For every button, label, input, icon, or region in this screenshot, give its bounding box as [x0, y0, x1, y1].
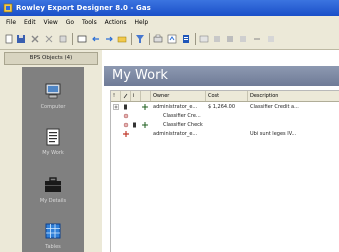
folder-icon[interactable] — [104, 34, 114, 44]
cell-owner: Classifier Cre... — [163, 113, 201, 119]
cell-description: Classifier Credit a... — [250, 104, 299, 110]
forward-icon[interactable] — [77, 34, 87, 44]
object-bar: Computer My Work My Details Tables — [22, 67, 84, 252]
shortcut-label: Tables — [45, 244, 61, 250]
window-title: Rowley Export Designer 8.0 - Gas — [16, 4, 151, 12]
menu-file[interactable]: File — [0, 16, 19, 29]
document-icon — [46, 128, 60, 146]
shortcut-my-work[interactable]: My Work — [22, 127, 84, 156]
workitem-icon — [142, 104, 148, 110]
shortcut-label: Computer — [40, 104, 66, 110]
col-attachment[interactable] — [121, 91, 131, 101]
shortcut-label: My Work — [42, 150, 64, 156]
workitem-icon — [142, 122, 148, 128]
grid-icon — [45, 223, 61, 239]
list-icon[interactable] — [181, 34, 191, 44]
options-icon[interactable] — [199, 34, 209, 44]
shortcut-computer[interactable]: Computer — [22, 81, 84, 110]
back-icon[interactable] — [91, 34, 101, 44]
menu-view[interactable]: View — [41, 16, 61, 29]
col-owner[interactable]: Owner — [151, 91, 206, 101]
application-window: Rowley Export Designer 8.0 - Gas File Ed… — [0, 0, 339, 252]
cell-owner: administrator_e... — [153, 131, 198, 137]
app-icon — [3, 3, 13, 13]
grid-header: ! i Owner Cost Description — [111, 91, 339, 102]
new-icon[interactable] — [4, 34, 14, 44]
save-icon[interactable] — [16, 34, 26, 44]
menu-bar: File Edit View Go Tools Actions Help — [0, 16, 339, 29]
table-row[interactable]: Classifier Check — [111, 121, 339, 130]
cell-cost: $ 1,264.00 — [208, 104, 236, 110]
print-icon[interactable] — [135, 34, 145, 44]
delete-icon[interactable] — [30, 34, 40, 44]
attachment-icon — [123, 93, 128, 99]
menu-actions[interactable]: Actions — [102, 16, 130, 29]
cell-owner: Classifier Check — [163, 122, 203, 128]
cell-description: Ubi sunt leges IV... — [250, 131, 297, 137]
child-link-icon — [123, 122, 129, 128]
cell-owner: administrator_e... — [153, 104, 198, 110]
shortcut-my-details[interactable]: My Details — [22, 175, 84, 204]
work-grid: ! i Owner Cost Description administrator… — [110, 90, 339, 252]
page-title: My Work — [104, 66, 339, 86]
toolbar — [0, 29, 339, 50]
flag-icon — [133, 122, 136, 128]
table-row[interactable]: administrator_e... $ 1,264.00 Classifier… — [111, 103, 339, 112]
child-link-icon — [123, 113, 129, 119]
col-type[interactable] — [141, 91, 151, 101]
toolbar-extra-icon-3[interactable] — [238, 34, 248, 44]
toolbar-extra-icon-2[interactable] — [225, 34, 235, 44]
table-row[interactable]: administrator_e... Ubi sunt leges IV... — [111, 130, 339, 139]
filter-icon[interactable] — [117, 34, 127, 44]
main-pane: My Work ! i Owner Cost Description admin… — [104, 50, 339, 252]
table-row[interactable]: Classifier Cre... — [111, 112, 339, 121]
col-info[interactable]: i — [131, 91, 141, 101]
report-icon[interactable] — [167, 34, 177, 44]
navigate-icon[interactable] — [58, 34, 68, 44]
tools-icon[interactable] — [153, 34, 163, 44]
toolbar-extra-icon-5[interactable] — [266, 34, 276, 44]
menu-edit[interactable]: Edit — [21, 16, 39, 29]
col-description[interactable]: Description — [248, 91, 339, 101]
toolbar-extra-icon-1[interactable] — [212, 34, 222, 44]
title-bar: Rowley Export Designer 8.0 - Gas — [0, 0, 339, 16]
shortcut-label: My Details — [39, 198, 67, 204]
expand-icon[interactable] — [113, 104, 119, 110]
toolbar-extra-icon-4[interactable] — [252, 34, 262, 44]
menu-tools[interactable]: Tools — [79, 16, 100, 29]
shortcut-tables[interactable]: Tables — [22, 221, 84, 250]
menu-help[interactable]: Help — [131, 16, 151, 29]
objects-tab[interactable]: BPS Objects (4) — [4, 52, 98, 65]
task-icon — [123, 131, 129, 137]
col-priority[interactable]: ! — [111, 91, 121, 101]
menu-go[interactable]: Go — [63, 16, 77, 29]
flag-icon — [124, 104, 127, 110]
left-pane: BPS Objects (4) Computer My Work My Deta… — [0, 50, 104, 252]
col-cost[interactable]: Cost — [206, 91, 248, 101]
computer-icon — [45, 83, 61, 99]
briefcase-icon — [45, 177, 61, 192]
close-icon[interactable] — [44, 34, 54, 44]
